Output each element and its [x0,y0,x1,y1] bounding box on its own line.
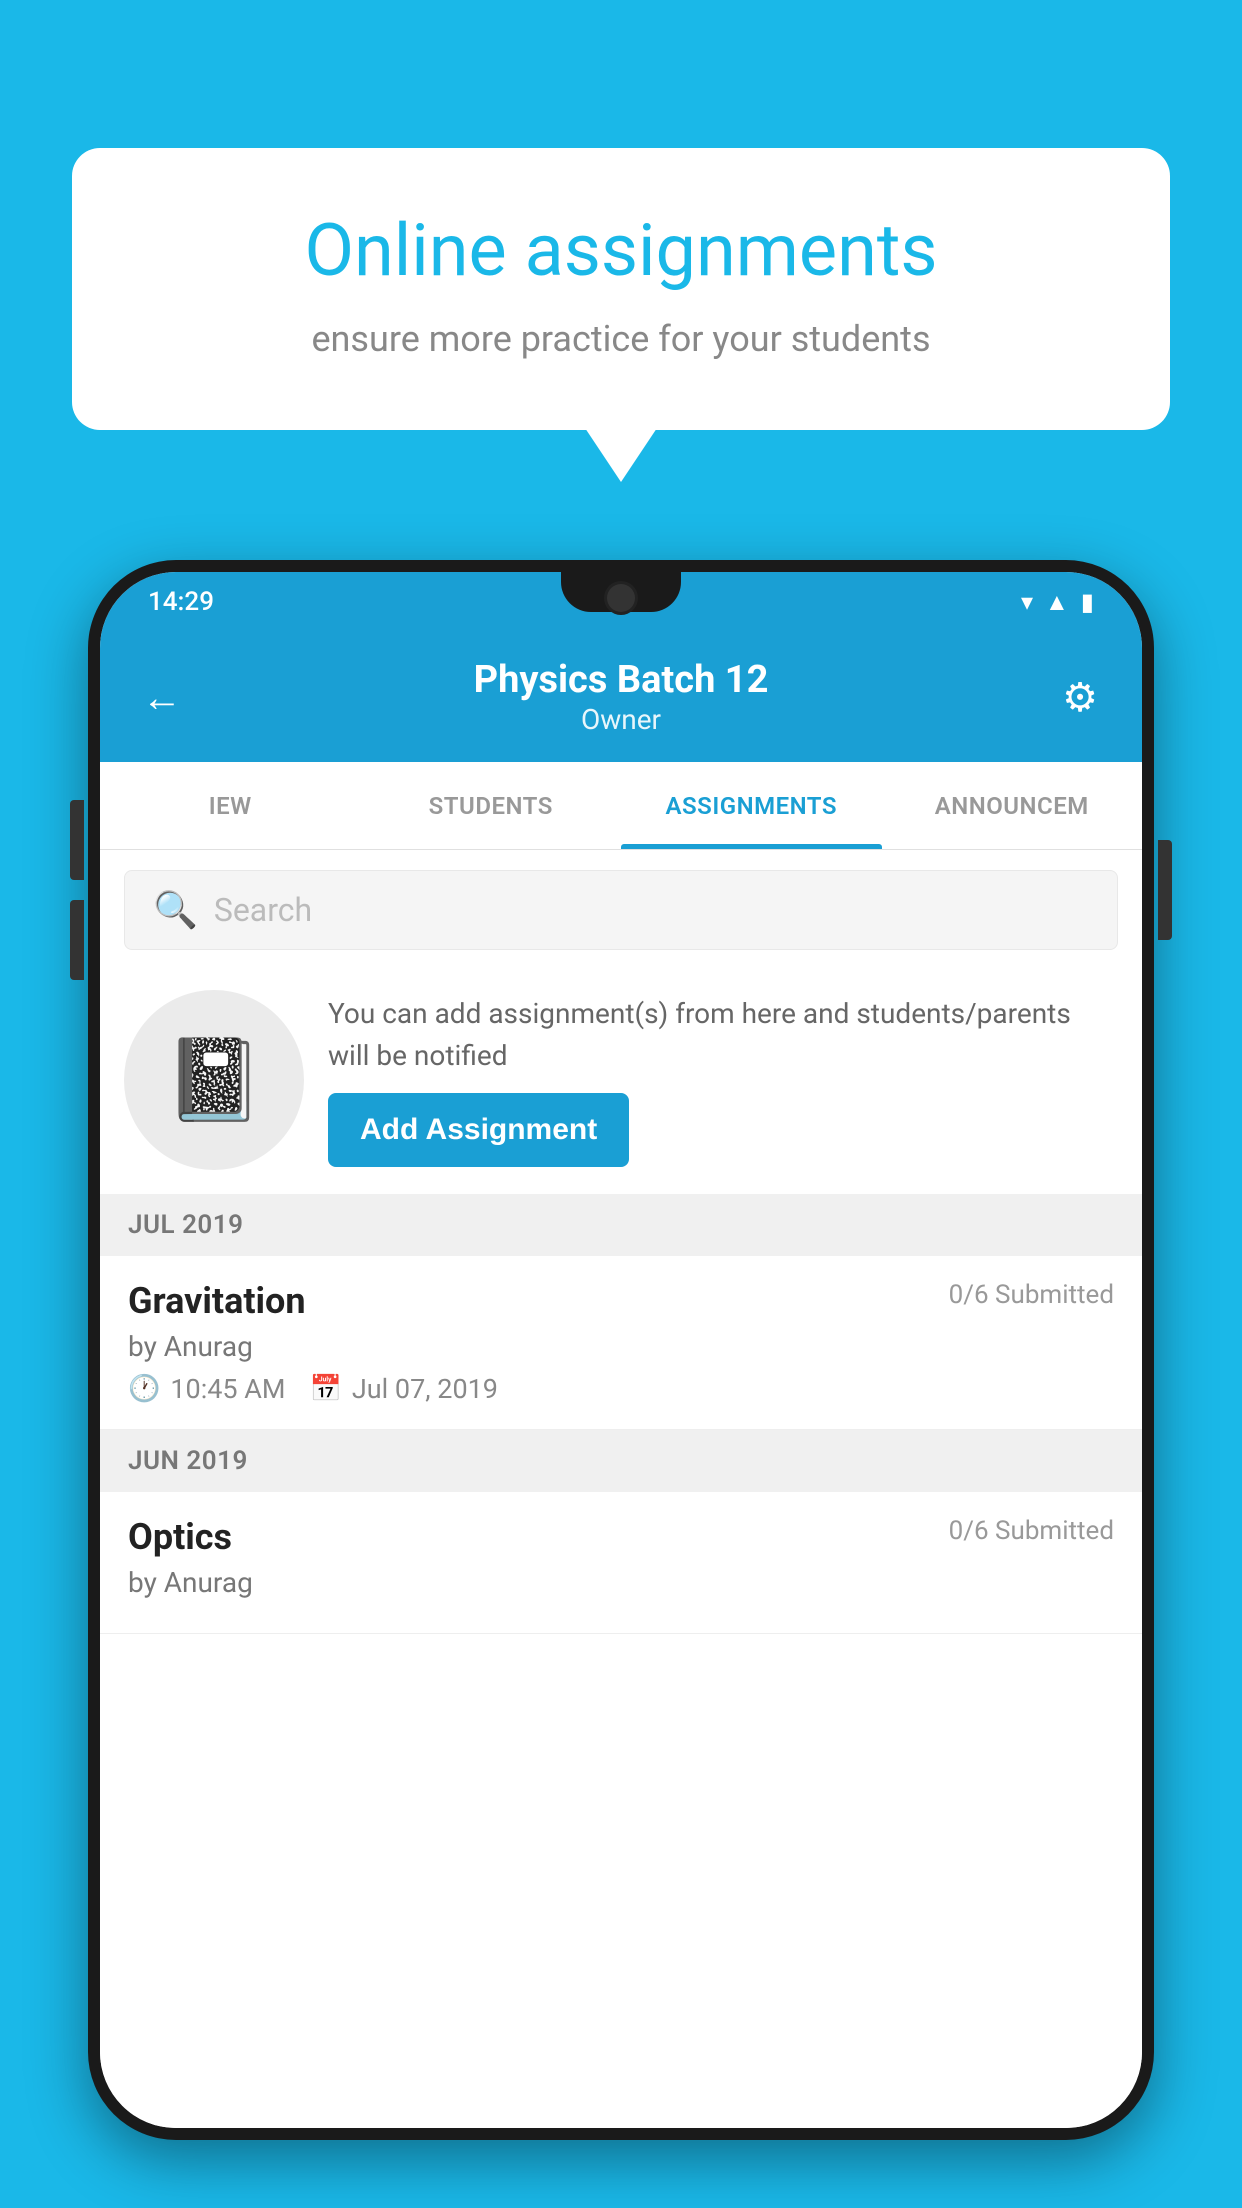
promo-text-area: You can add assignment(s) from here and … [328,993,1118,1167]
status-icons: ▾ ▲ ▮ [1021,588,1094,617]
volume-down-button[interactable] [70,900,84,980]
settings-button[interactable]: ⚙ [1050,667,1110,727]
tabs-container: IEW STUDENTS ASSIGNMENTS ANNOUNCEM [100,762,1142,850]
power-button[interactable] [1158,840,1172,940]
assignment-by-optics: by Anurag [128,1566,1114,1599]
speech-bubble-container: Online assignments ensure more practice … [72,148,1170,430]
app-bar-title-area: Physics Batch 12 Owner [192,658,1050,737]
search-bar[interactable]: 🔍 Search [124,870,1118,950]
assignment-submitted-optics: 0/6 Submitted [949,1516,1114,1546]
tab-students-label: STUDENTS [429,792,553,820]
assignment-name-gravitation: Gravitation [128,1280,306,1322]
settings-gear-icon: ⚙ [1062,674,1098,721]
app-bar: ← Physics Batch 12 Owner ⚙ [100,632,1142,762]
assignment-row1: Gravitation 0/6 Submitted [128,1280,1114,1322]
promo-icon-circle: 📓 [124,990,304,1170]
section-header-jul2019: JUL 2019 [100,1194,1142,1256]
speech-bubble: Online assignments ensure more practice … [72,148,1170,430]
tab-announcements[interactable]: ANNOUNCEM [882,762,1143,849]
search-placeholder-text: Search [214,891,312,929]
assignment-date-text: Jul 07, 2019 [352,1373,498,1405]
speech-bubble-title: Online assignments [142,208,1100,294]
status-bar: 14:29 ▾ ▲ ▮ [100,572,1142,632]
assignment-by-gravitation: by Anurag [128,1330,1114,1363]
app-bar-title: Physics Batch 12 [192,658,1050,704]
app-bar-subtitle: Owner [192,703,1050,736]
back-arrow-icon: ← [142,674,182,721]
add-assignment-button[interactable]: Add Assignment [328,1093,629,1167]
search-container: 🔍 Search [100,850,1142,970]
assignment-date-gravitation: 📅 Jul 07, 2019 [310,1373,498,1405]
search-icon: 🔍 [153,889,198,931]
promo-description: You can add assignment(s) from here and … [328,993,1118,1077]
phone-screen: 14:29 ▾ ▲ ▮ ← Physics Batch 12 Owner ⚙ [100,572,1142,2128]
tab-students[interactable]: STUDENTS [361,762,622,849]
tab-overview[interactable]: IEW [100,762,361,849]
assignment-item-optics[interactable]: Optics 0/6 Submitted by Anurag [100,1492,1142,1634]
assignment-submitted-gravitation: 0/6 Submitted [949,1280,1114,1310]
content-area: 🔍 Search 📓 You can add assignment(s) fro… [100,850,1142,2128]
clock-icon: 🕐 [128,1374,160,1404]
assignment-meta-gravitation: 🕐 10:45 AM 📅 Jul 07, 2019 [128,1373,1114,1405]
tab-assignments[interactable]: ASSIGNMENTS [621,762,882,849]
volume-up-button[interactable] [70,800,84,880]
assignment-time-gravitation: 🕐 10:45 AM [128,1373,286,1405]
tab-assignments-label: ASSIGNMENTS [666,792,837,820]
status-time: 14:29 [148,587,214,617]
tab-announcements-label: ANNOUNCEM [935,792,1089,820]
assignment-item-gravitation[interactable]: Gravitation 0/6 Submitted by Anurag 🕐 10… [100,1256,1142,1430]
tab-overview-label: IEW [209,792,252,820]
wifi-icon: ▾ [1021,588,1033,616]
phone-frame: 14:29 ▾ ▲ ▮ ← Physics Batch 12 Owner ⚙ [88,560,1154,2140]
assignment-row1-optics: Optics 0/6 Submitted [128,1516,1114,1558]
assignment-time-text: 10:45 AM [170,1373,285,1405]
speech-bubble-subtitle: ensure more practice for your students [142,318,1100,360]
notebook-icon: 📓 [164,1033,264,1127]
battery-icon: ▮ [1081,588,1094,616]
section-header-jun2019: JUN 2019 [100,1430,1142,1492]
assignment-name-optics: Optics [128,1516,232,1558]
phone-container: 14:29 ▾ ▲ ▮ ← Physics Batch 12 Owner ⚙ [88,560,1154,2208]
back-button[interactable]: ← [132,667,192,727]
promo-card: 📓 You can add assignment(s) from here an… [100,970,1142,1194]
signal-icon: ▲ [1045,588,1069,617]
calendar-icon: 📅 [310,1374,342,1404]
